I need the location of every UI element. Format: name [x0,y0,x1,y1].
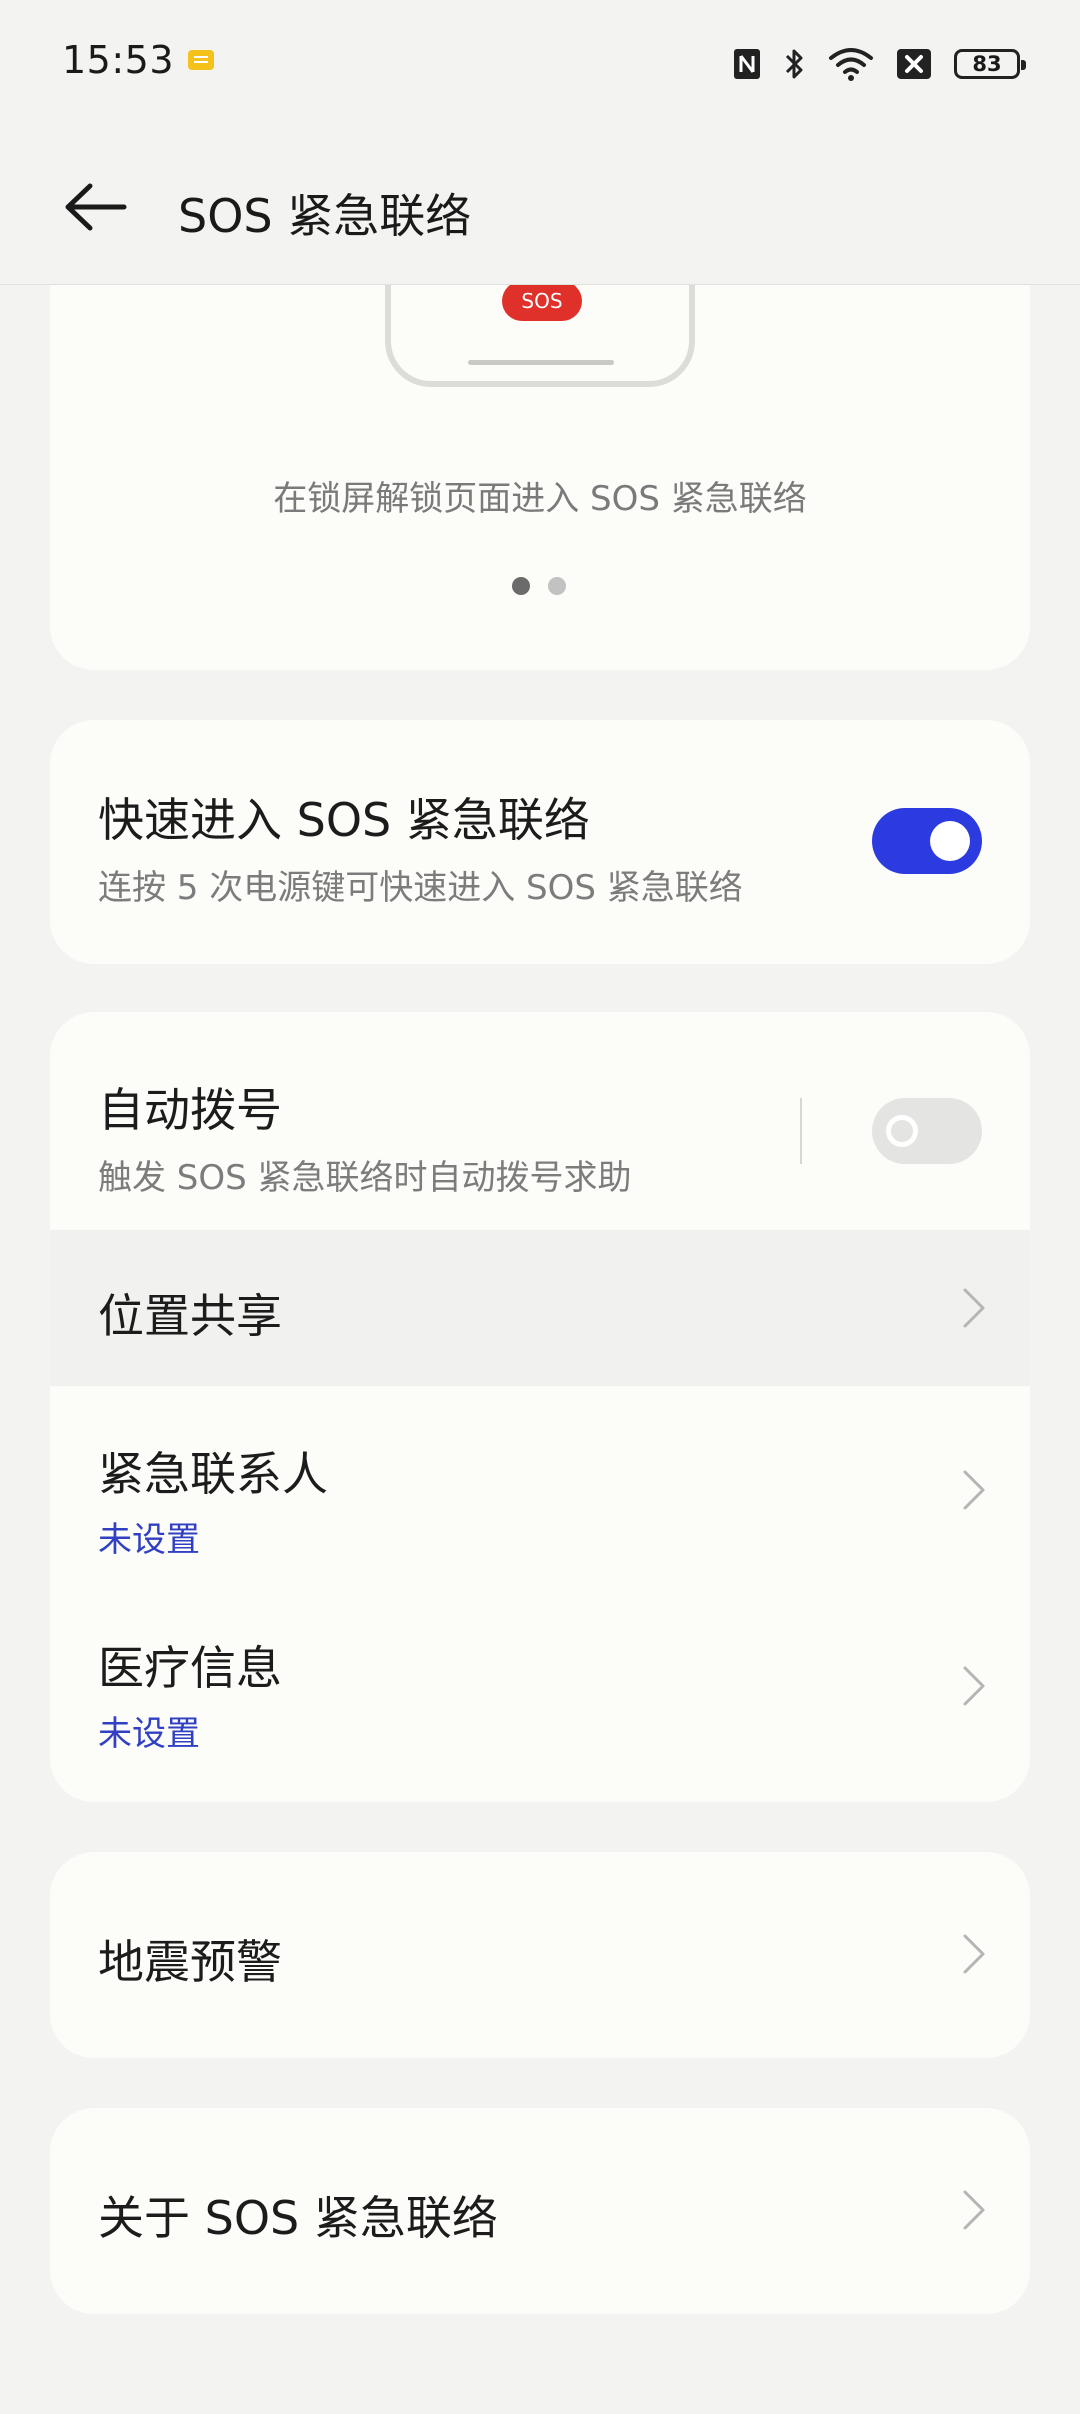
toggle-knob [930,821,970,861]
auto-dial-title: 自动拨号 [98,1083,282,1137]
chevron-right-icon [963,1666,985,1706]
location-sharing-row[interactable]: 位置共享 [50,1230,1030,1386]
page-indicator [512,577,566,595]
quick-access-title: 快速进入 SOS 紧急联络 [98,793,590,847]
medical-info-status: 未设置 [98,1714,200,1754]
chevron-right-icon [963,2190,985,2230]
nfc-icon [734,49,760,79]
auto-dial-row[interactable]: 自动拨号 触发 SOS 紧急联络时自动拨号求助 [50,1012,1030,1230]
medical-info-title: 医疗信息 [98,1641,282,1695]
earthquake-row[interactable]: 地震预警 [50,1852,1030,2058]
about-card: 关于 SOS 紧急联络 [50,2108,1030,2314]
app-header: SOS 紧急联络 [0,130,1080,285]
back-arrow-icon[interactable] [62,180,132,234]
message-notification-icon [188,50,214,70]
auto-dial-subtitle: 触发 SOS 紧急联络时自动拨号求助 [98,1158,632,1198]
clock: 15:53 [62,38,175,82]
emergency-contacts-row[interactable]: 紧急联系人 未设置 [50,1386,1030,1582]
no-sim-icon [897,49,931,79]
status-bar: 15:53 83 [0,0,1080,130]
earthquake-title: 地震预警 [98,1935,282,1989]
status-icons: 83 [732,44,1026,84]
page-dot-active [512,577,530,595]
page-dot [548,577,566,595]
about-title: 关于 SOS 紧急联络 [98,2191,498,2245]
guide-carousel[interactable]: SOS 在锁屏解锁页面进入 SOS 紧急联络 [50,285,1030,670]
toggle-knob [886,1115,918,1147]
wifi-icon [829,48,873,81]
phone-home-bar [468,360,614,365]
chevron-right-icon [963,1470,985,1510]
quick-access-toggle[interactable] [872,808,982,874]
sos-badge: SOS [502,285,582,321]
chevron-right-icon [963,1934,985,1974]
about-row[interactable]: 关于 SOS 紧急联络 [50,2108,1030,2314]
battery-level: 83 [972,52,1002,76]
auto-dial-toggle[interactable] [872,1098,982,1164]
bluetooth-icon [785,49,803,79]
page-title: SOS 紧急联络 [178,189,472,243]
quick-access-card: 快速进入 SOS 紧急联络 连按 5 次电源键可快速进入 SOS 紧急联络 [50,720,1030,964]
battery-icon: 83 [954,49,1026,79]
location-sharing-title: 位置共享 [98,1289,282,1343]
medical-info-row[interactable]: 医疗信息 未设置 [50,1582,1030,1802]
emergency-contacts-status: 未设置 [98,1520,200,1560]
settings-card: 自动拨号 触发 SOS 紧急联络时自动拨号求助 位置共享 紧急联系人 未设置 医… [50,1012,1030,1802]
quick-access-subtitle: 连按 5 次电源键可快速进入 SOS 紧急联络 [98,868,743,908]
emergency-contacts-title: 紧急联系人 [98,1447,328,1501]
carousel-caption: 在锁屏解锁页面进入 SOS 紧急联络 [273,479,807,519]
earthquake-card: 地震预警 [50,1852,1030,2058]
divider [800,1098,802,1164]
chevron-right-icon [963,1288,985,1328]
quick-access-row[interactable]: 快速进入 SOS 紧急联络 连按 5 次电源键可快速进入 SOS 紧急联络 [50,720,1030,964]
